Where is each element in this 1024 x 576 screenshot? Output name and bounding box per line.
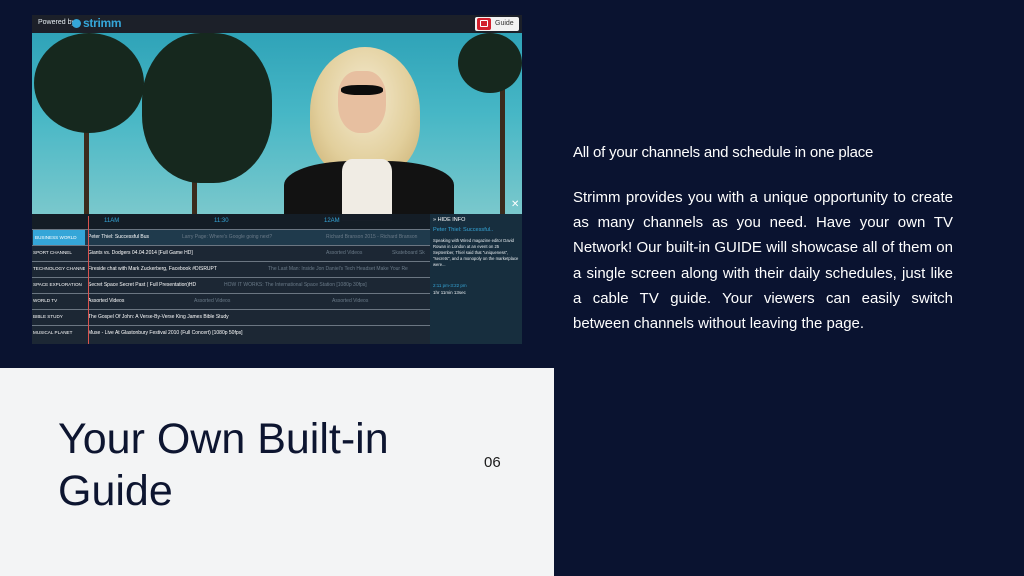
program-cell[interactable]: HOW IT WORKS: The International Space St…	[224, 282, 430, 288]
channel-name: BIBLE STUDY	[33, 314, 63, 319]
program-time: 2:11 pm-3:22 pm	[433, 283, 467, 288]
strimm-logo: strimm	[72, 16, 122, 30]
program-cell[interactable]: Assorted Videos	[332, 298, 430, 304]
video-frame	[32, 33, 522, 221]
program-cell[interactable]: Richard Branson 2015 - Richard Branson	[326, 234, 430, 240]
channel-row[interactable]: TECHNOLOGY CHANNEL Fireside chat with Ma…	[32, 261, 430, 277]
tv-icon	[477, 18, 491, 30]
program-cell[interactable]: Giants vs. Dodgers 04.04.2014 [Full Game…	[88, 250, 324, 256]
description-block: All of your channels and schedule in one…	[573, 144, 953, 336]
channel-name: WORLD TV	[33, 298, 58, 303]
channel-name: BUSINESS WORLD	[33, 230, 85, 245]
program-cell[interactable]: Assorted Videos	[88, 298, 188, 304]
program-cell[interactable]: Muse - Live At Glastonbury Festival 2010…	[88, 330, 428, 336]
program-title: Peter Thiel: Successful..	[433, 227, 494, 233]
program-cell[interactable]: Assorted Videos	[326, 250, 386, 256]
program-info-panel: » HIDE INFO Peter Thiel: Successful.. Sp…	[430, 214, 522, 344]
time-slot: 11AM	[104, 218, 120, 224]
woman-shirt	[342, 159, 392, 221]
channel-row[interactable]: SPACE EXPLORATION Secret Space Secret Pa…	[32, 277, 430, 293]
program-cell[interactable]: Peter Thiel: Successful Bus	[88, 234, 180, 240]
woman-face	[338, 71, 386, 133]
slide-subtitle: All of your channels and schedule in one…	[573, 144, 874, 161]
page-number: 06	[484, 454, 501, 471]
program-cell[interactable]: Assorted Videos	[194, 298, 314, 304]
channel-name: TECHNOLOGY CHANNEL	[33, 266, 85, 271]
hide-info-label: HIDE INFO	[437, 217, 466, 223]
channel-row[interactable]: SPORT CHANNEL Giants vs. Dodgers 04.04.2…	[32, 245, 430, 261]
player-topbar: Powered by strimm Guide	[32, 15, 522, 33]
slide-title: Your Own Built-in Guide	[58, 415, 389, 515]
palm-leaves	[458, 33, 522, 93]
strimm-logo-icon	[72, 19, 81, 29]
strimm-logo-text: strimm	[83, 16, 122, 30]
close-icon[interactable]: ✕	[511, 199, 519, 210]
program-cell[interactable]: Larry Page: Where's Google going next?	[182, 234, 322, 240]
guide-button[interactable]: Guide	[475, 17, 519, 31]
current-time-indicator	[88, 216, 89, 344]
program-cell[interactable]: Fireside chat with Mark Zuckerberg, Face…	[88, 266, 264, 272]
guide-button-label: Guide	[495, 20, 514, 27]
palm-leaves	[34, 33, 144, 133]
program-cell[interactable]: Skateboard Sk	[392, 250, 430, 256]
channel-row[interactable]: BUSINESS WORLD Peter Thiel: Successful B…	[32, 229, 430, 245]
program-cell[interactable]: The Last Man: Inside Jon Daniel's Tech H…	[268, 266, 430, 272]
time-slot: 11:30	[214, 218, 229, 224]
channel-name: MUSICAL PLANET	[33, 330, 73, 335]
channel-row[interactable]: MUSICAL PLANET Muse - Live At Glastonbur…	[32, 325, 430, 341]
time-slot: 12AM	[324, 218, 340, 224]
program-cell[interactable]: Secret Space Secret Past ( Full Presenta…	[88, 282, 222, 288]
channel-row[interactable]: WORLD TV Assorted Videos Assorted Videos…	[32, 293, 430, 309]
channel-row[interactable]: BIBLE STUDY The Gospel Of John: A Verse-…	[32, 309, 430, 325]
tv-guide-grid: 11AM 11:30 12AM BUSINESS WORLD Peter Thi…	[32, 214, 430, 344]
sunglasses	[341, 85, 383, 95]
powered-by-label: Powered by	[38, 19, 75, 26]
channel-name: SPACE EXPLORATION	[33, 282, 82, 287]
time-row: 11AM 11:30 12AM	[32, 214, 430, 229]
palm-leaves	[142, 33, 272, 183]
hide-info-toggle[interactable]: » HIDE INFO	[433, 217, 465, 223]
program-description: Speaking with Wired magazine editor Davi…	[433, 238, 519, 267]
channel-name: SPORT CHANNEL	[33, 250, 72, 255]
program-duration: 1hr 11min 13sec	[433, 290, 466, 295]
slide-body: Strimm provides you with a unique opport…	[573, 189, 953, 333]
guide-screenshot: Powered by strimm Guide 11AM 11:30 12AM …	[32, 15, 522, 344]
program-cell[interactable]: The Gospel Of John: A Verse-By-Verse Kin…	[88, 314, 428, 320]
